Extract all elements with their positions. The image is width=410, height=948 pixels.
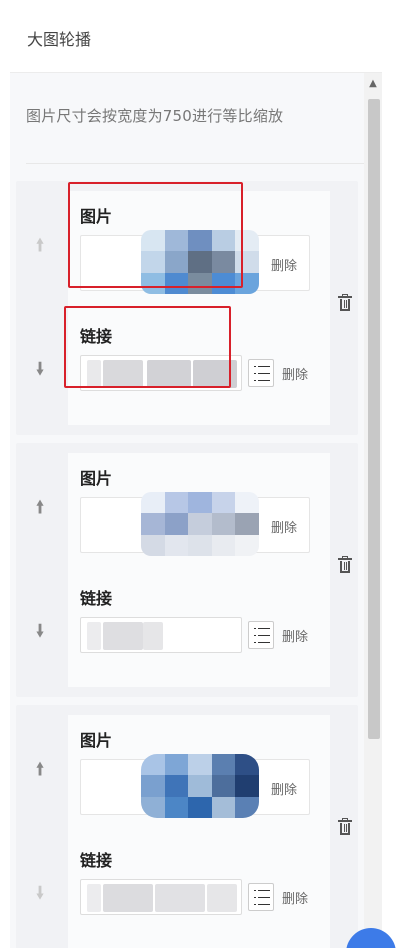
link-input[interactable]: [80, 355, 242, 391]
blurred-text: [103, 622, 143, 650]
header: 大图轮播: [0, 0, 410, 72]
list-select-icon[interactable]: [248, 621, 274, 649]
trash-icon[interactable]: [338, 556, 352, 573]
link-row: 删除: [80, 879, 310, 915]
down-arrow-icon[interactable]: 🠛: [30, 619, 50, 649]
image-label: 图片: [80, 731, 113, 750]
item-form: 图片 删除 链接 删除: [68, 191, 330, 425]
up-arrow-icon[interactable]: 🠙: [30, 233, 50, 263]
link-label: 链接: [80, 851, 113, 870]
image-thumbnail[interactable]: [141, 754, 259, 818]
delete-image-button[interactable]: 删除: [271, 517, 297, 536]
image-label: 图片: [80, 469, 113, 488]
link-row: 删除: [80, 355, 310, 391]
blurred-text: [147, 360, 191, 388]
page-title: 大图轮播: [27, 30, 92, 49]
down-arrow-icon[interactable]: 🠛: [30, 881, 50, 911]
up-arrow-icon[interactable]: 🠙: [30, 757, 50, 787]
delete-image-button[interactable]: 删除: [271, 255, 297, 274]
carousel-item: 🠙 🠛 图片 删除 链接 删除: [16, 181, 358, 435]
image-thumbnail[interactable]: [141, 492, 259, 556]
blurred-text: [155, 884, 205, 912]
delete-link-button[interactable]: 删除: [282, 888, 308, 907]
link-input[interactable]: [80, 879, 242, 915]
trash-icon[interactable]: [338, 294, 352, 311]
blurred-text: [87, 360, 101, 388]
carousel-panel: 图片尺寸会按宽度为750进行等比缩放 🠙 🠛 图片 删除 链接 删除 🠙 🠛 图…: [10, 72, 382, 948]
image-upload[interactable]: 删除: [80, 492, 310, 556]
image-size-note: 图片尺寸会按宽度为750进行等比缩放: [26, 107, 284, 125]
item-form: 图片 删除 链接 删除: [68, 453, 330, 687]
delete-image-button[interactable]: 删除: [271, 779, 297, 798]
blurred-text: [103, 360, 143, 388]
list-select-icon[interactable]: [248, 883, 274, 911]
up-arrow-icon[interactable]: 🠙: [30, 495, 50, 525]
link-input[interactable]: [80, 617, 242, 653]
link-label: 链接: [80, 589, 113, 608]
trash-icon[interactable]: [338, 818, 352, 835]
divider: [26, 163, 364, 164]
blurred-text: [207, 884, 237, 912]
carousel-item: 🠙 🠛 图片 删除 链接 删除: [16, 443, 358, 697]
link-row: 删除: [80, 617, 310, 653]
image-upload[interactable]: 删除: [80, 230, 310, 294]
down-arrow-icon[interactable]: 🠛: [30, 357, 50, 387]
link-label: 链接: [80, 327, 113, 346]
delete-link-button[interactable]: 删除: [282, 626, 308, 645]
list-select-icon[interactable]: [248, 359, 274, 387]
image-label: 图片: [80, 207, 113, 226]
scroll-up-icon[interactable]: ▲: [364, 77, 382, 91]
item-form: 图片 删除 链接 删除: [68, 715, 330, 948]
blurred-text: [103, 884, 153, 912]
delete-link-button[interactable]: 删除: [282, 364, 308, 383]
carousel-item: 🠙 🠛 图片 删除 链接 删除: [16, 705, 358, 948]
blurred-text: [193, 360, 237, 388]
blurred-text: [87, 884, 101, 912]
blurred-text: [143, 622, 163, 650]
scrollbar[interactable]: ▲: [364, 73, 382, 948]
blurred-text: [87, 622, 101, 650]
scrollbar-thumb[interactable]: [368, 99, 380, 739]
image-thumbnail[interactable]: [141, 230, 259, 294]
image-upload[interactable]: 删除: [80, 754, 310, 818]
